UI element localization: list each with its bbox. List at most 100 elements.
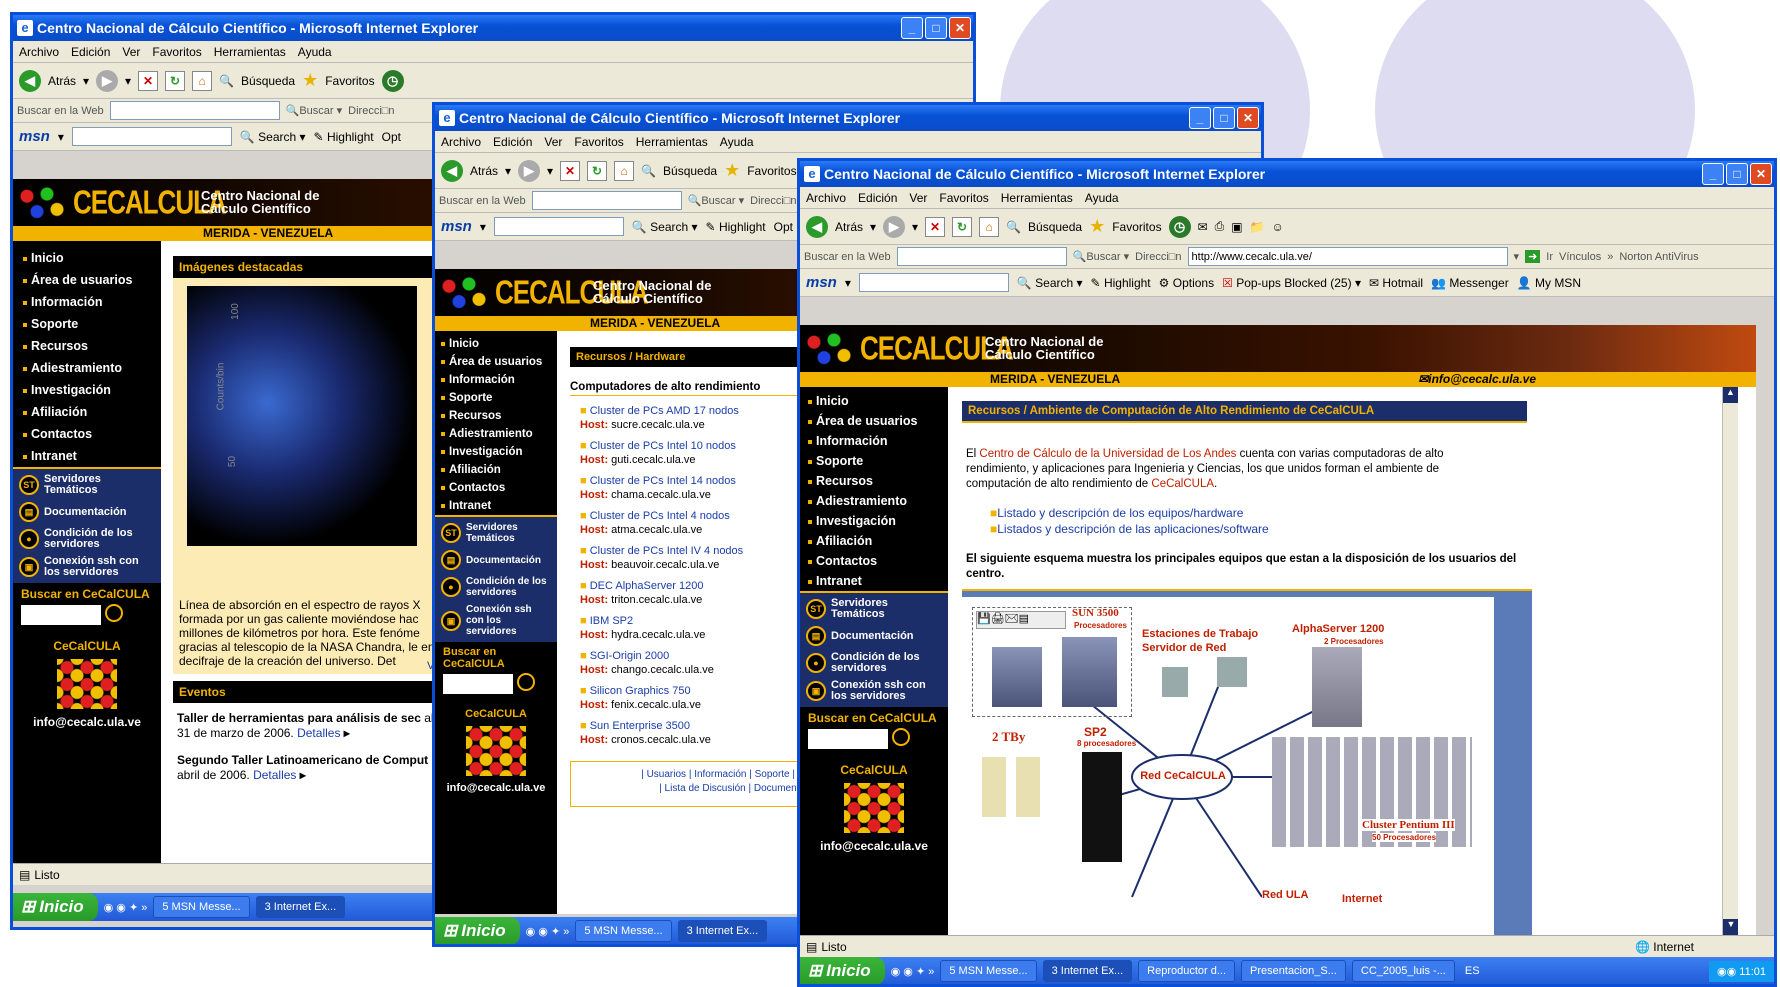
service-ssh[interactable]: ▣ Conexión ssh con los servidores bbox=[441, 601, 551, 640]
title-bar[interactable]: e Centro Nacional de Cálculo Científico -… bbox=[13, 15, 973, 41]
menu-edicion[interactable]: Edición bbox=[493, 135, 532, 149]
messenger-button[interactable]: 👥 Messenger bbox=[1431, 276, 1509, 290]
scroll-up-button[interactable]: ▲ bbox=[1723, 387, 1738, 403]
nav-contactos[interactable]: Contactos bbox=[800, 551, 948, 571]
stop-icon[interactable]: ✕ bbox=[925, 216, 946, 237]
home-icon[interactable]: ⌂ bbox=[614, 160, 635, 181]
popups-blocked[interactable]: ☒ Pop-ups Blocked (25) ▾ bbox=[1222, 276, 1361, 290]
nav-afiliacion[interactable]: Afiliación bbox=[800, 531, 948, 551]
menu-ver[interactable]: Ver bbox=[544, 135, 562, 149]
menu-ayuda[interactable]: Ayuda bbox=[298, 45, 332, 59]
star-icon[interactable]: ★ bbox=[1089, 216, 1105, 237]
network-diagram[interactable]: 💾🖨✉▤ SUN 3500 Procesadores Estaciones de… bbox=[962, 589, 1532, 935]
nav-intranet[interactable]: Intranet bbox=[800, 571, 948, 591]
close-button[interactable]: ✕ bbox=[1750, 163, 1772, 185]
hardware-link[interactable]: ■Listado y descripción de los equipos/ha… bbox=[990, 505, 1269, 521]
nav-soporte[interactable]: Soporte bbox=[800, 451, 948, 471]
taskbar-ie[interactable]: 3 Internet Ex... bbox=[255, 896, 346, 918]
nav-informacion[interactable]: Información bbox=[13, 291, 161, 313]
buscar-button[interactable]: 🔍Buscar ▾ bbox=[688, 194, 745, 207]
refresh-icon[interactable]: ↻ bbox=[952, 216, 973, 237]
menu-favoritos[interactable]: Favoritos bbox=[939, 191, 988, 205]
service-condicion[interactable]: ● Condición de los servidores bbox=[19, 525, 155, 553]
taskbar-msn[interactable]: 5 MSN Messe... bbox=[153, 896, 250, 918]
menu-herramientas[interactable]: Herramientas bbox=[636, 135, 708, 149]
menu-favoritos[interactable]: Favoritos bbox=[574, 135, 623, 149]
site-search-go-button[interactable] bbox=[105, 604, 123, 622]
favorites-button[interactable]: Favoritos bbox=[325, 74, 374, 88]
stop-icon[interactable]: ✕ bbox=[560, 160, 581, 181]
home-icon[interactable]: ⌂ bbox=[979, 216, 1000, 237]
search-button[interactable]: Búsqueda bbox=[1028, 220, 1082, 234]
minimize-button[interactable]: _ bbox=[1702, 163, 1724, 185]
service-documentacion[interactable]: ▤ Documentación bbox=[806, 623, 942, 649]
nav-inicio[interactable]: Inicio bbox=[800, 391, 948, 411]
footer-links[interactable]: | Usuarios | Información | Soporte | R | … bbox=[570, 761, 810, 807]
nav-recursos[interactable]: Recursos bbox=[800, 471, 948, 491]
highlight-button[interactable]: ✎ Highlight bbox=[1091, 276, 1151, 290]
quicklaunch-icons[interactable]: ◉ ◉ ✦ » bbox=[891, 965, 935, 978]
featured-image[interactable]: 100 50 Counts/bin bbox=[187, 286, 417, 546]
msn-logo[interactable]: msn bbox=[19, 128, 50, 145]
history-icon[interactable]: ◷ bbox=[1168, 215, 1191, 238]
home-icon[interactable]: ⌂ bbox=[192, 70, 213, 91]
service-servidores[interactable]: ST Servidores Temáticos bbox=[806, 595, 942, 623]
norton-button[interactable]: Norton AntiVirus bbox=[1619, 251, 1698, 263]
taskbar-msn[interactable]: 5 MSN Messe... bbox=[575, 920, 672, 942]
mail-icon[interactable]: ✉ bbox=[1198, 220, 1208, 234]
favorites-button[interactable]: Favoritos bbox=[1112, 220, 1161, 234]
msn-search-input[interactable] bbox=[71, 127, 232, 146]
service-condicion[interactable]: ● Condición de los servidores bbox=[806, 649, 942, 677]
search-button[interactable]: Búsqueda bbox=[241, 74, 295, 88]
service-servidores[interactable]: ST Servidores Temáticos bbox=[19, 471, 155, 499]
nav-informacion[interactable]: Información bbox=[800, 431, 948, 451]
back-button[interactable]: Atrás bbox=[48, 74, 76, 88]
history-icon[interactable]: ◷ bbox=[381, 69, 404, 92]
back-arrow-icon[interactable]: ◀ bbox=[806, 215, 828, 238]
menu-herramientas[interactable]: Herramientas bbox=[1001, 191, 1073, 205]
favorites-button[interactable]: Favoritos bbox=[747, 164, 796, 178]
nav-afiliacion[interactable]: Afiliación bbox=[13, 401, 161, 423]
go-arrow-icon[interactable]: ➜ bbox=[1525, 250, 1541, 263]
image-toolbar[interactable]: 💾🖨✉▤ bbox=[976, 611, 1066, 629]
options-button[interactable]: ⚙ Options bbox=[1159, 276, 1214, 290]
msn-logo[interactable]: msn bbox=[441, 218, 472, 235]
nav-adiestramiento[interactable]: Adiestramiento bbox=[435, 425, 557, 443]
taskbar-ie[interactable]: 3 Internet Ex... bbox=[677, 920, 768, 942]
language-indicator[interactable]: ES bbox=[1465, 965, 1480, 977]
back-arrow-icon[interactable]: ◀ bbox=[19, 69, 41, 92]
refresh-icon[interactable]: ↻ bbox=[165, 70, 186, 91]
forward-arrow-icon[interactable]: ▶ bbox=[518, 159, 541, 182]
close-button[interactable]: ✕ bbox=[949, 17, 971, 39]
title-bar[interactable]: e Centro Nacional de Cálculo Científico -… bbox=[435, 105, 1261, 131]
menu-herramientas[interactable]: Herramientas bbox=[214, 45, 286, 59]
star-icon[interactable]: ★ bbox=[302, 70, 318, 91]
search-button[interactable]: Búsqueda bbox=[663, 164, 717, 178]
menu-ayuda[interactable]: Ayuda bbox=[1085, 191, 1119, 205]
site-search-input[interactable] bbox=[443, 674, 513, 694]
service-ssh[interactable]: ▣ Conexión ssh con los servidores bbox=[806, 677, 942, 705]
folder-icon[interactable]: 📁 bbox=[1250, 220, 1265, 234]
menu-favoritos[interactable]: Favoritos bbox=[152, 45, 201, 59]
maximize-button[interactable]: □ bbox=[1213, 107, 1235, 129]
nav-area-usuarios[interactable]: Área de usuarios bbox=[435, 353, 557, 371]
nav-afiliacion[interactable]: Afiliación bbox=[435, 461, 557, 479]
menu-archivo[interactable]: Archivo bbox=[19, 45, 59, 59]
service-ssh[interactable]: ▣ Conexión ssh con los servidores bbox=[19, 553, 155, 581]
menu-ver[interactable]: Ver bbox=[122, 45, 140, 59]
msn-search-input[interactable] bbox=[858, 273, 1009, 292]
quicklaunch-icons[interactable]: ◉ ◉ ✦ » bbox=[104, 901, 148, 914]
search-icon[interactable]: 🔍 bbox=[641, 164, 656, 178]
nav-investigacion[interactable]: Investigación bbox=[800, 511, 948, 531]
nav-contactos[interactable]: Contactos bbox=[13, 423, 161, 445]
search-icon[interactable]: 🔍 bbox=[1006, 220, 1021, 234]
service-condicion[interactable]: ● Condición de los servidores bbox=[441, 573, 551, 601]
highlight-button[interactable]: ✎ Highlight bbox=[314, 130, 374, 144]
nav-area-usuarios[interactable]: Área de usuarios bbox=[13, 269, 161, 291]
refresh-icon[interactable]: ↻ bbox=[587, 160, 608, 181]
site-search-input[interactable] bbox=[808, 729, 888, 749]
search-web-input[interactable] bbox=[531, 191, 682, 210]
nav-soporte[interactable]: Soporte bbox=[13, 313, 161, 335]
nav-contactos[interactable]: Contactos bbox=[435, 479, 557, 497]
software-link[interactable]: ■Listados y descripción de las aplicacio… bbox=[990, 521, 1269, 537]
